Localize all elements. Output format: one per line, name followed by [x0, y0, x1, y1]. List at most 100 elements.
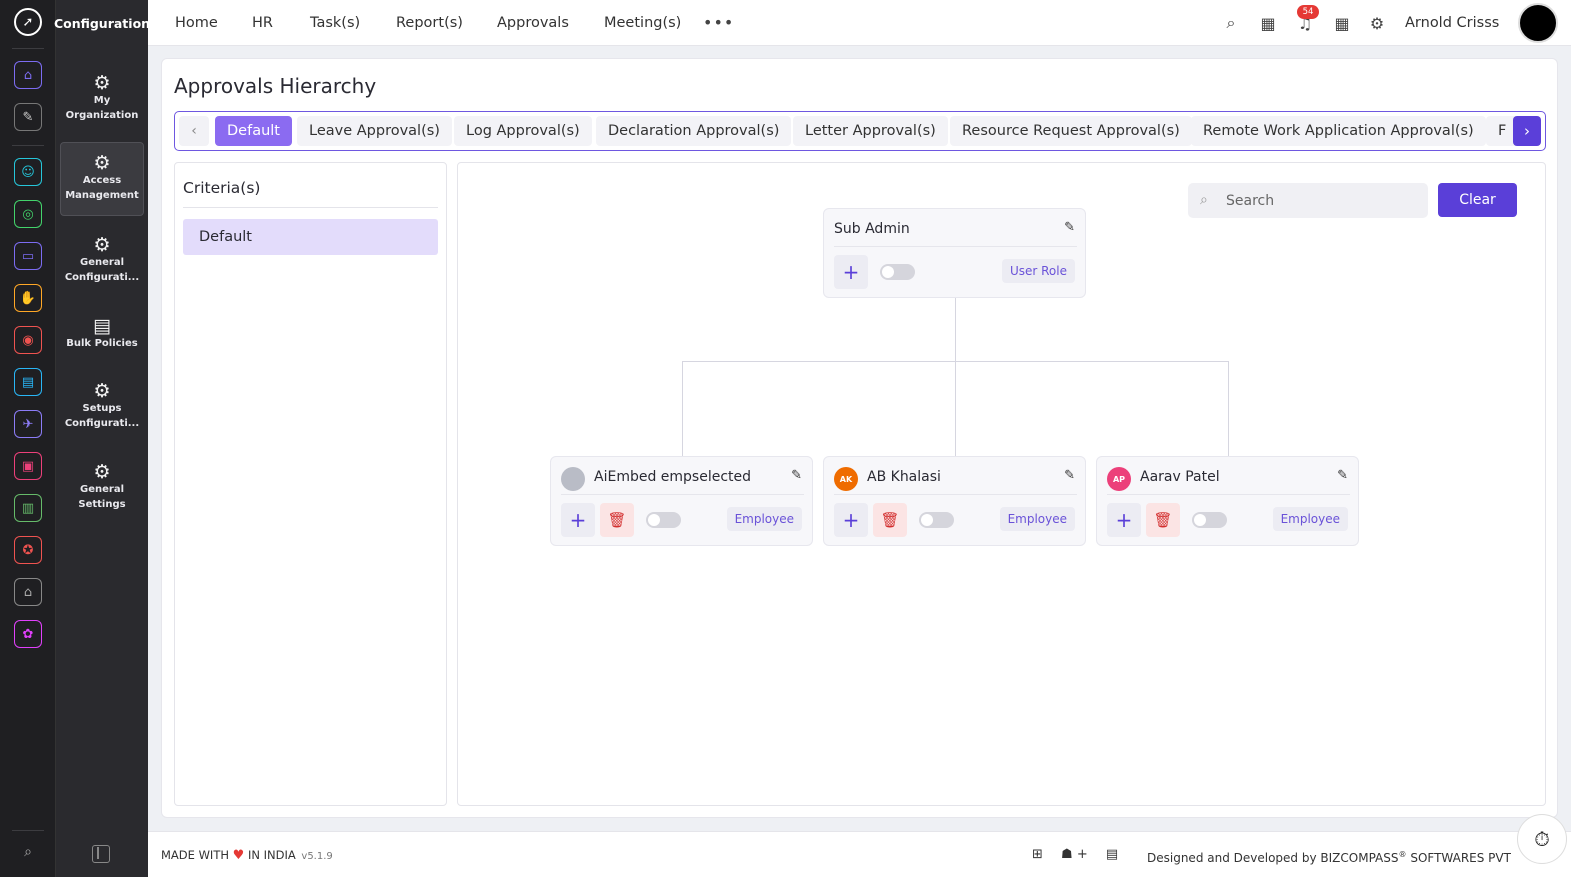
pencil-icon[interactable]: ✎ [1064, 468, 1075, 483]
nav-hr[interactable]: HR [252, 0, 273, 46]
people-icon[interactable]: ☺ [14, 158, 42, 186]
avatar: AK [834, 467, 858, 491]
company-suffix: SOFTWARES PVT [1410, 851, 1511, 865]
sidebar-item-my-organization[interactable]: ⚙ My Organization [60, 62, 144, 136]
tab-log-approval[interactable]: Log Approval(s) [454, 116, 592, 146]
criteria-item-default[interactable]: Default [183, 219, 438, 255]
stopwatch-icon[interactable]: ⏱ [1517, 814, 1567, 864]
clear-button[interactable]: Clear [1438, 183, 1517, 217]
main-panel: Approvals Hierarchy ‹ Default Leave Appr… [161, 58, 1558, 818]
hands-icon[interactable]: ✋ [14, 284, 42, 312]
avatar [561, 467, 585, 491]
node-name: AB Khalasi [867, 469, 941, 485]
node-toggle[interactable] [880, 264, 915, 280]
config-sidebar: Configuration ⚙ My Organization ⚙ Access… [53, 0, 151, 877]
sidebar-item-label: My Organization [65, 94, 139, 121]
avatar[interactable] [1518, 3, 1558, 43]
connector-line [1228, 361, 1229, 456]
policy-icon[interactable]: ▤ [1106, 847, 1118, 862]
top-navbar: Home HR Task(s) Report(s) Approvals Meet… [148, 0, 1571, 46]
add-node-button[interactable]: + [561, 503, 595, 537]
chevron-right-icon[interactable]: › [1513, 116, 1541, 146]
trash-icon[interactable]: 🗑 [600, 503, 634, 537]
calendar-icon[interactable]: ▦ [1257, 12, 1279, 34]
policy-icon: ▤ [93, 315, 111, 337]
gear-icon: ⚙ [93, 151, 111, 174]
sidebar-item-bulk-policies[interactable]: ▤ Bulk Policies [60, 298, 144, 372]
android-icon[interactable]: ☗ [1061, 847, 1073, 862]
globe-icon[interactable]: ◎ [14, 200, 42, 228]
document-icon[interactable]: ▥ [14, 494, 42, 522]
pin-icon[interactable]: ✎ [14, 103, 42, 131]
add-node-button[interactable]: + [834, 255, 868, 289]
tab-declaration-approval[interactable]: Declaration Approval(s) [596, 116, 792, 146]
nav-reports[interactable]: Report(s) [396, 0, 463, 46]
notification-badge: 54 [1297, 5, 1319, 19]
nav-home[interactable]: Home [175, 0, 218, 46]
node-name: Aarav Patel [1140, 469, 1220, 485]
pencil-icon[interactable]: ✎ [1064, 220, 1075, 235]
footer-made-with: MADE WITH ♥ IN INDIA v5.1.9 [161, 832, 333, 877]
node-toggle[interactable] [919, 512, 954, 528]
app-rail: ➚ ⌂ ✎ ☺ ◎ ▭ ✋ ◉ ▤ ✈ ▣ ▥ ✪ ⌂ ✿ ⌕ [0, 0, 56, 877]
role-badge: Employee [726, 507, 802, 531]
org-gear-icon: ⚙ [93, 71, 111, 94]
calendar-icon[interactable]: ▤ [14, 368, 42, 396]
tab-resource-request-approval[interactable]: Resource Request Approval(s) [950, 116, 1192, 146]
hierarchy-tree: ⌕ Clear Sub Admin ✎ + User Role AiEmbed … [457, 162, 1546, 806]
tab-default[interactable]: Default [215, 116, 292, 146]
footer-icons: ⊞ ☗ + ▤ [1032, 832, 1118, 877]
search-icon: ⌕ [1200, 192, 1208, 208]
role-badge: Employee [999, 507, 1075, 531]
sidebar-item-general-settings[interactable]: ⚙ General Settings [60, 451, 144, 525]
sidebar-item-access-management[interactable]: ⚙ Access Management [60, 142, 144, 216]
trash-icon[interactable]: 🗑 [873, 503, 907, 537]
node-toggle[interactable] [1192, 512, 1227, 528]
monitor-icon[interactable]: ▣ [14, 452, 42, 480]
user-name[interactable]: Arnold Crisss [1405, 0, 1499, 46]
connector-line [682, 361, 683, 456]
tab-letter-approval[interactable]: Letter Approval(s) [793, 116, 948, 146]
node-toggle[interactable] [646, 512, 681, 528]
add-node-button[interactable]: + [1107, 503, 1141, 537]
compass-logo-icon[interactable]: ➚ [14, 8, 42, 36]
more-menu-icon[interactable]: ••• [703, 13, 734, 32]
pencil-icon[interactable]: ✎ [791, 468, 802, 483]
trash-icon[interactable]: 🗑 [1146, 503, 1180, 537]
house-icon[interactable]: ⌂ [14, 578, 42, 606]
apps-grid-icon[interactable]: ▦ [1331, 12, 1353, 34]
add-node-button[interactable]: + [834, 503, 868, 537]
search-box: ⌕ [1188, 183, 1428, 218]
criteria-title: Criteria(s) [183, 179, 261, 197]
pencil-icon[interactable]: ✎ [1337, 468, 1348, 483]
collapse-sidebar-icon[interactable] [92, 845, 110, 863]
nav-meetings[interactable]: Meeting(s) [604, 0, 681, 46]
nav-approvals[interactable]: Approvals [497, 0, 569, 46]
gear-icon[interactable]: ⚙ [1366, 12, 1388, 34]
tab-leave-approval[interactable]: Leave Approval(s) [297, 116, 452, 146]
hierarchy-node-child: AiEmbed empselected ✎ + 🗑 Employee [550, 456, 813, 546]
rail-divider [12, 830, 44, 831]
criteria-panel: Criteria(s) Default [174, 162, 447, 806]
briefcase-icon[interactable]: ▭ [14, 242, 42, 270]
sidebar-item-general-configuration[interactable]: ⚙ General Configurati... [60, 224, 144, 298]
plus-icon[interactable]: + [1077, 847, 1088, 862]
tab-remote-work-approval[interactable]: Remote Work Application Approval(s) [1191, 116, 1486, 146]
approval-tabs: ‹ Default Leave Approval(s) Log Approval… [174, 111, 1546, 151]
node-name: AiEmbed empselected [594, 469, 752, 485]
windows-icon[interactable]: ⊞ [1032, 847, 1043, 862]
settings-icon[interactable]: ✿ [14, 620, 42, 648]
search-icon[interactable]: ⌕ [14, 841, 42, 863]
home-icon[interactable]: ⌂ [14, 61, 42, 89]
nav-tasks[interactable]: Task(s) [310, 0, 360, 46]
award-icon[interactable]: ✪ [14, 536, 42, 564]
search-icon[interactable]: ⌕ [1220, 12, 1242, 34]
company-name: BIZCOMPASS [1320, 851, 1399, 865]
sidebar-item-setups-configuration[interactable]: ⚙ Setups Configurati... [60, 370, 144, 444]
search-input[interactable] [1226, 183, 1416, 218]
sidebar-title: Configuration [53, 15, 151, 31]
version-label: v5.1.9 [301, 851, 333, 862]
target-icon[interactable]: ◉ [14, 326, 42, 354]
chevron-left-icon[interactable]: ‹ [179, 116, 209, 146]
plane-icon[interactable]: ✈ [14, 410, 42, 438]
